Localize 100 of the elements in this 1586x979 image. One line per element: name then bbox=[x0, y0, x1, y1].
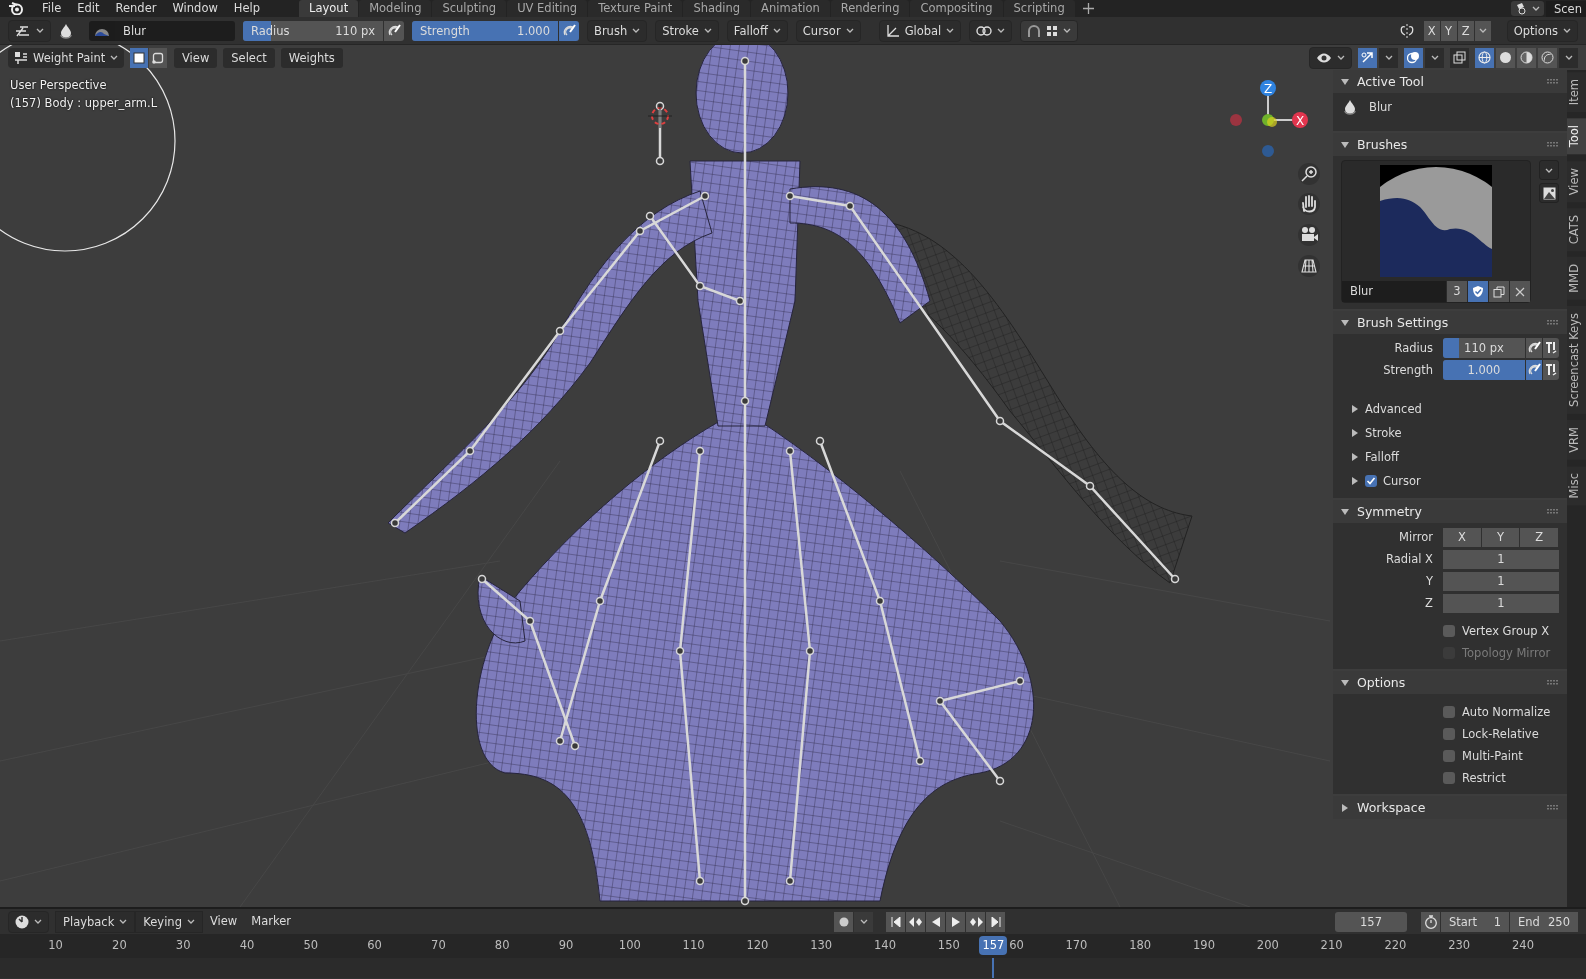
current-frame-field[interactable]: 157 bbox=[1335, 911, 1407, 932]
brush-preview[interactable]: Blur 3 bbox=[1341, 160, 1531, 303]
shading-mode-toggle[interactable] bbox=[1517, 47, 1536, 68]
shading-mode-toggle[interactable] bbox=[1538, 47, 1557, 68]
jitter-toggle[interactable] bbox=[1542, 338, 1559, 358]
sidebar-tab[interactable]: Item bbox=[1567, 72, 1586, 113]
axis-toggle[interactable]: Y bbox=[1440, 20, 1457, 41]
workspace-tab[interactable]: Scripting bbox=[1003, 0, 1075, 17]
next-keyframe-button[interactable] bbox=[966, 911, 985, 932]
panel-header[interactable]: Workspace bbox=[1333, 796, 1567, 819]
gizmo-toggle[interactable] bbox=[1358, 47, 1377, 68]
shading-dropdown[interactable] bbox=[1559, 47, 1578, 68]
workspace-tab[interactable]: Layout bbox=[299, 0, 359, 17]
shading-mode-toggle[interactable] bbox=[1475, 47, 1494, 68]
proportional-edit-dropdown[interactable] bbox=[1020, 19, 1079, 42]
options-dropdown[interactable]: Options bbox=[1506, 19, 1578, 42]
panel-header[interactable]: Brushes bbox=[1333, 133, 1567, 156]
checkbox[interactable] bbox=[1443, 750, 1455, 762]
workspace-tab[interactable]: Compositing bbox=[910, 0, 1003, 17]
drag-handle-icon[interactable] bbox=[1547, 79, 1559, 84]
dropdown-menu[interactable]: Brush bbox=[587, 19, 648, 42]
brush-name-field[interactable]: Blur bbox=[115, 20, 235, 41]
pressure-toggle[interactable] bbox=[1525, 360, 1542, 380]
checkbox[interactable] bbox=[1443, 772, 1455, 784]
shading-mode-toggle[interactable] bbox=[1496, 47, 1515, 68]
pressure-toggle[interactable] bbox=[1525, 338, 1542, 358]
panel-header[interactable]: Brush Settings bbox=[1333, 311, 1567, 334]
number-field[interactable]: 1 bbox=[1443, 571, 1559, 591]
scene-name-field[interactable]: Scen bbox=[1546, 0, 1586, 17]
menu-item[interactable]: View bbox=[202, 910, 245, 931]
play-button[interactable] bbox=[946, 911, 965, 932]
workspace-tab[interactable]: Modeling bbox=[359, 0, 432, 17]
snap-dropdown[interactable] bbox=[969, 19, 1013, 42]
brush-name-field[interactable]: Blur bbox=[1342, 281, 1446, 302]
number-field[interactable]: 1 bbox=[1443, 549, 1559, 569]
play-reverse-button[interactable] bbox=[926, 911, 945, 932]
add-icon[interactable] bbox=[1082, 3, 1094, 14]
pressure-toggle[interactable] bbox=[384, 20, 404, 41]
jump-to-start-button[interactable] bbox=[886, 911, 905, 932]
expand-triangle-icon[interactable] bbox=[1351, 477, 1359, 485]
subpanel-title[interactable]: Stroke bbox=[1365, 426, 1402, 440]
checkbox[interactable] bbox=[1443, 706, 1455, 718]
close-button[interactable] bbox=[1510, 281, 1530, 302]
value-slider[interactable]: 110 px bbox=[1443, 338, 1525, 358]
axis-toggle[interactable]: Z bbox=[1457, 20, 1474, 41]
drag-handle-icon[interactable] bbox=[1547, 805, 1559, 810]
collapse-triangle-icon[interactable] bbox=[1341, 140, 1349, 149]
sidebar-tab[interactable]: Tool bbox=[1567, 118, 1586, 155]
menu-item[interactable]: Weights bbox=[280, 47, 343, 68]
hand-icon[interactable] bbox=[1298, 193, 1320, 215]
axis-toggle[interactable]: X bbox=[1423, 20, 1440, 41]
sidebar-tab[interactable]: CATS bbox=[1567, 207, 1586, 252]
expand-triangle-icon[interactable] bbox=[1351, 453, 1359, 461]
jitter-toggle[interactable] bbox=[1542, 360, 1559, 380]
panel-header[interactable]: Options bbox=[1333, 671, 1567, 694]
collapse-triangle-icon[interactable] bbox=[1341, 507, 1349, 516]
subpanel-title[interactable]: Advanced bbox=[1365, 402, 1422, 416]
duplicate-button[interactable] bbox=[1489, 281, 1509, 302]
expand-triangle-icon[interactable] bbox=[1341, 803, 1349, 812]
sidebar-tab[interactable]: Misc bbox=[1567, 465, 1586, 505]
menu-item[interactable]: Select bbox=[223, 47, 275, 68]
start-frame-field[interactable]: Start 1 bbox=[1441, 911, 1509, 932]
drag-handle-icon[interactable] bbox=[1547, 509, 1559, 514]
sidebar-tab[interactable]: Screencast Keys bbox=[1567, 305, 1586, 414]
fake-user-toggle[interactable] bbox=[1468, 281, 1488, 302]
zoom-icon[interactable] bbox=[1298, 163, 1320, 185]
dropdown-menu[interactable]: Cursor bbox=[795, 19, 861, 42]
value-slider[interactable]: 1.000 bbox=[1443, 360, 1525, 380]
workspace-tab[interactable]: Sculpting bbox=[432, 0, 507, 17]
menu-item[interactable]: Help bbox=[225, 0, 269, 17]
mode-dropdown[interactable]: Weight Paint bbox=[8, 47, 124, 68]
axis-toggle[interactable]: Y bbox=[1481, 527, 1520, 547]
checkbox[interactable] bbox=[1443, 728, 1455, 740]
scene-browse-button[interactable] bbox=[1511, 1, 1544, 16]
dropdown-menu[interactable]: Playback bbox=[55, 910, 136, 933]
dropdown-menu[interactable]: Keying bbox=[135, 910, 203, 933]
drag-handle-icon[interactable] bbox=[1547, 320, 1559, 325]
orientation-dropdown[interactable]: Global bbox=[878, 19, 962, 42]
menu-item[interactable]: Render bbox=[107, 0, 165, 17]
value-slider[interactable]: Strength 1.000 bbox=[412, 20, 558, 41]
playhead-frame-badge[interactable]: 157 bbox=[979, 936, 1008, 955]
sidebar-tab[interactable]: MMD bbox=[1567, 257, 1586, 300]
jump-to-end-button[interactable] bbox=[986, 911, 1005, 932]
subpanel-title[interactable]: Falloff bbox=[1365, 450, 1399, 464]
workspace-tab[interactable]: Animation bbox=[751, 0, 830, 17]
subpanel-title[interactable]: Cursor bbox=[1383, 474, 1421, 488]
collapse-triangle-icon[interactable] bbox=[1341, 318, 1349, 327]
axis-toggle[interactable]: Z bbox=[1520, 527, 1558, 547]
end-frame-field[interactable]: End 250 bbox=[1510, 911, 1578, 932]
number-field[interactable]: 1 bbox=[1443, 593, 1559, 613]
workspace-tab[interactable]: Shading bbox=[683, 0, 751, 17]
stopwatch-button[interactable] bbox=[1421, 911, 1440, 932]
brush-selector[interactable]: Blur bbox=[89, 20, 235, 41]
expand-triangle-icon[interactable] bbox=[1351, 405, 1359, 413]
panel-header[interactable]: Symmetry bbox=[1333, 500, 1567, 523]
sidebar-tab[interactable]: View bbox=[1567, 160, 1586, 202]
axis-dropdown[interactable] bbox=[1474, 20, 1491, 41]
grid-icon[interactable] bbox=[1298, 255, 1320, 277]
playhead-line[interactable] bbox=[992, 958, 995, 978]
menu-item[interactable]: Marker bbox=[244, 910, 298, 931]
